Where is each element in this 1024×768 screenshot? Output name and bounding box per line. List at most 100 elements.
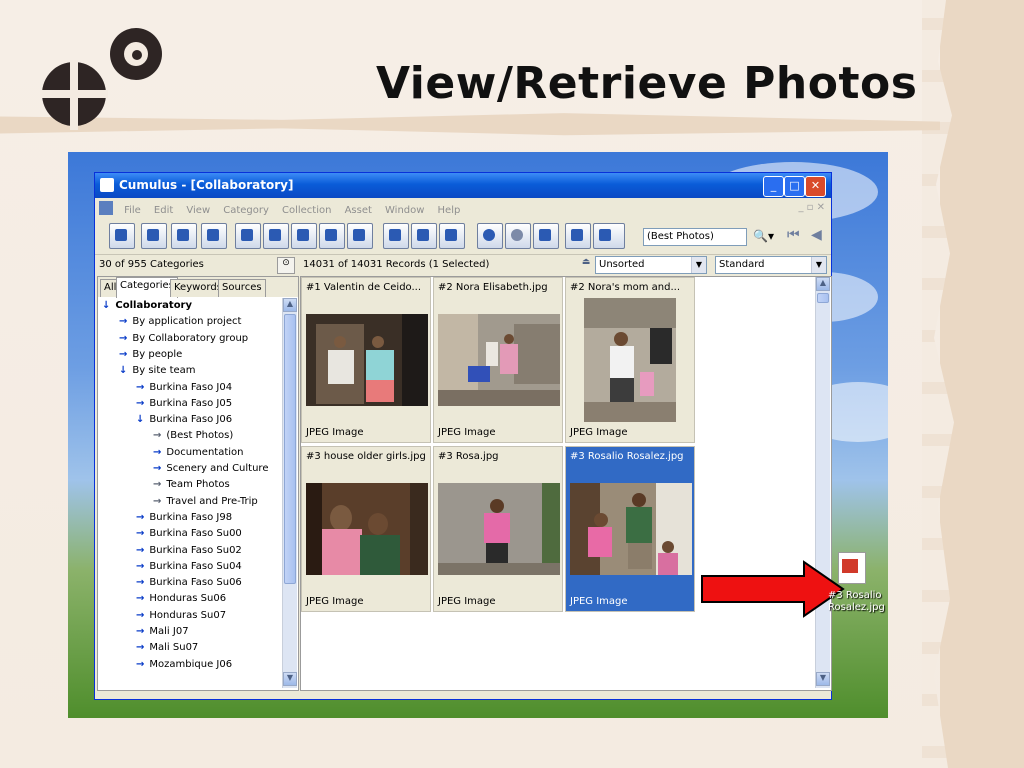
sync-icon[interactable] [109, 223, 135, 249]
view-text-icon[interactable] [347, 223, 373, 249]
arrow-icon[interactable]: → [119, 333, 127, 344]
tree-node[interactable]: → Honduras Su07 [136, 610, 226, 621]
scroll-thumb[interactable] [284, 314, 296, 584]
photo-thumbnail[interactable] [306, 483, 428, 575]
tree-node[interactable]: ↓ Burkina Faso J06 [136, 414, 232, 425]
tree-node[interactable]: → Burkina Faso Su00 [136, 528, 242, 539]
arrow-icon[interactable]: → [153, 479, 161, 490]
record-card[interactable]: #2 Nora's mom and... JPEG Image [565, 277, 695, 443]
tree-node[interactable]: → Team Photos [153, 479, 230, 490]
arrow-icon[interactable]: → [119, 349, 127, 360]
filter-icon[interactable] [565, 223, 591, 249]
tab-categories[interactable]: Categories [116, 277, 178, 298]
tree-node[interactable]: → Burkina Faso Su06 [136, 577, 242, 588]
view-set-combo[interactable]: Standard ▼ [715, 256, 827, 274]
arrow-icon[interactable]: → [136, 545, 144, 556]
tree-node[interactable]: → Burkina Faso J04 [136, 382, 232, 393]
tree-node[interactable]: → Mozambique J06 [136, 659, 232, 670]
tree-node[interactable]: → Scenery and Culture [153, 463, 268, 474]
first-record-icon[interactable]: ⏮ [787, 227, 800, 243]
arrow-icon[interactable]: → [136, 398, 144, 409]
window-titlebar[interactable]: Cumulus - [Collaboratory] _ □ ✕ [95, 173, 831, 198]
tree-node[interactable]: → Burkina Faso J05 [136, 398, 232, 409]
record-card[interactable]: #3 Rosa.jpg JPEG Image [433, 446, 563, 612]
small-thumb-icon[interactable] [383, 223, 409, 249]
chevron-down-icon[interactable]: ▼ [811, 257, 826, 273]
catalog-icon[interactable] [141, 223, 167, 249]
record-card[interactable]: #3 Rosalio Rosalez.jpg JPEG Image [565, 446, 695, 612]
view-details-icon[interactable] [319, 223, 345, 249]
arrow-icon[interactable]: → [136, 642, 144, 653]
photo-thumbnail[interactable] [306, 314, 428, 406]
arrow-icon[interactable]: → [136, 577, 144, 588]
arrow-icon[interactable]: → [153, 463, 161, 474]
arrow-icon[interactable]: → [136, 561, 144, 572]
tree-node[interactable]: → By Collaboratory group [119, 333, 248, 344]
film-icon[interactable] [533, 223, 559, 249]
arrow-icon[interactable]: → [153, 496, 161, 507]
tree-node[interactable]: → Burkina Faso Su04 [136, 561, 242, 572]
photo-thumbnail[interactable] [438, 314, 560, 406]
tree-scrollbar[interactable]: ▲ ▼ [282, 298, 297, 688]
tree-node[interactable]: → Mali J07 [136, 626, 189, 637]
record-card[interactable]: #3 house older girls.jpg JPEG Image [301, 446, 431, 612]
tree-node[interactable]: → Documentation [153, 447, 243, 458]
maximize-button[interactable]: □ [784, 176, 805, 197]
arrow-icon[interactable]: → [136, 382, 144, 393]
arrow-icon[interactable]: → [136, 528, 144, 539]
saved-search-combo[interactable]: (Best Photos) [643, 228, 747, 246]
arrow-icon[interactable]: → [136, 610, 144, 621]
arrow-icon[interactable]: → [136, 659, 144, 670]
scroll-up-icon[interactable]: ▲ [816, 277, 830, 291]
info-icon[interactable] [477, 223, 503, 249]
chevron-down-icon[interactable]: ▼ [691, 257, 706, 273]
view-single-icon[interactable] [235, 223, 261, 249]
minimize-button[interactable]: _ [763, 176, 784, 197]
grid-scrollbar[interactable]: ▲ ▼ [815, 277, 830, 688]
tree-node[interactable]: → Mali Su07 [136, 642, 198, 653]
record-card[interactable]: #2 Nora Elisabeth.jpg JPEG Image [433, 277, 563, 443]
tree-node[interactable]: → Burkina Faso J98 [136, 512, 232, 523]
arrow-icon[interactable]: → [153, 430, 161, 441]
arrow-icon[interactable]: → [136, 626, 144, 637]
scroll-down-icon[interactable]: ▼ [816, 672, 830, 686]
record-card[interactable]: #1 Valentin de Ceido... JPEG Image [301, 277, 431, 443]
arrow-icon[interactable]: → [136, 593, 144, 604]
expanded-arrow-icon[interactable]: ↓ [136, 414, 144, 425]
tree-node[interactable]: → Honduras Su06 [136, 593, 226, 604]
sort-order-icon[interactable]: ⏏ [579, 257, 593, 272]
upload-icon[interactable] [201, 223, 227, 249]
tab-sources[interactable]: Sources [218, 279, 266, 297]
photo-thumbnail[interactable] [570, 483, 692, 575]
tree-node[interactable]: → By application project [119, 316, 241, 327]
sort-combo[interactable]: Unsorted ▼ [595, 256, 707, 274]
scroll-thumb[interactable] [817, 293, 829, 303]
tree-node[interactable]: ↓ Collaboratory [102, 300, 192, 311]
view-list-icon[interactable] [291, 223, 317, 249]
arrow-icon[interactable]: → [119, 316, 127, 327]
desktop-icon-label[interactable]: #3 Rosalio Rosalez.jpg [828, 590, 888, 614]
tree-node[interactable]: ↓ By site team [119, 365, 196, 376]
tree-node[interactable]: → Burkina Faso Su02 [136, 545, 242, 556]
mdi-controls[interactable]: _ ▫ ✕ [798, 198, 825, 218]
preview-eye-icon[interactable] [505, 223, 531, 249]
large-thumb-icon[interactable] [439, 223, 465, 249]
expanded-arrow-icon[interactable]: ↓ [102, 300, 110, 311]
previous-record-icon[interactable]: ◀ [811, 227, 822, 243]
close-button[interactable]: ✕ [805, 176, 826, 197]
photo-thumbnail[interactable] [584, 298, 676, 422]
scroll-down-icon[interactable]: ▼ [283, 672, 297, 686]
tree-node[interactable]: → By people [119, 349, 182, 360]
arrow-icon[interactable]: → [153, 447, 161, 458]
view-thumbnails-icon[interactable] [263, 223, 289, 249]
tree-node[interactable]: → (Best Photos) [153, 430, 233, 441]
medium-thumb-icon[interactable] [411, 223, 437, 249]
expanded-arrow-icon[interactable]: ↓ [119, 365, 127, 376]
photo-thumbnail[interactable] [438, 483, 560, 575]
category-search-icon[interactable]: ⊙ [277, 257, 295, 274]
tree-node[interactable]: → Travel and Pre-Trip [153, 496, 258, 507]
powerpoint-file-icon[interactable] [838, 552, 866, 584]
disc-icon[interactable] [171, 223, 197, 249]
scroll-up-icon[interactable]: ▲ [283, 298, 297, 312]
arrow-icon[interactable]: → [136, 512, 144, 523]
